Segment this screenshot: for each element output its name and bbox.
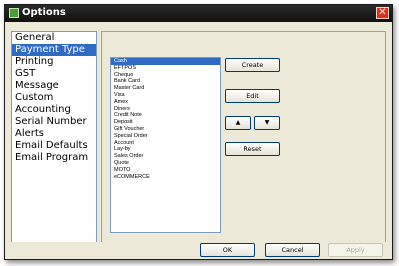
sidebar-item-accounting[interactable]: Accounting (12, 104, 96, 116)
window-title: Options (22, 7, 66, 18)
sidebar-item-alerts[interactable]: Alerts (12, 128, 96, 140)
ok-button[interactable]: OK (200, 243, 255, 257)
move-up-button[interactable]: ▲ (225, 116, 251, 130)
sidebar-item-message[interactable]: Message (12, 80, 96, 92)
list-item[interactable]: Sales Order (111, 153, 220, 160)
list-item[interactable]: Deposit (111, 119, 220, 126)
list-item[interactable]: Diners (111, 106, 220, 113)
edit-button[interactable]: Edit (225, 89, 280, 103)
reset-button[interactable]: Reset (225, 142, 280, 156)
close-icon: ✕ (378, 7, 387, 18)
category-list[interactable]: General Payment Type Printing GST Messag… (11, 31, 97, 245)
list-item[interactable]: MOTO (111, 167, 220, 174)
payment-type-list[interactable]: Cash EFTPOS Cheque Bank Card Master Card… (110, 57, 221, 233)
list-item[interactable]: Special Order (111, 133, 220, 140)
list-item[interactable]: eCOMMERCE (111, 174, 220, 181)
app-icon (9, 8, 19, 18)
sidebar-item-custom[interactable]: Custom (12, 92, 96, 104)
sidebar-item-serial-number[interactable]: Serial Number (12, 116, 96, 128)
list-item[interactable]: Gift Voucher (111, 126, 220, 133)
list-item[interactable]: Cheque (111, 72, 220, 79)
close-button[interactable]: ✕ (376, 7, 389, 19)
list-item[interactable]: Lay-by (111, 146, 220, 153)
sidebar-item-general[interactable]: General (12, 32, 96, 44)
list-item[interactable]: Bank Card (111, 78, 220, 85)
list-item[interactable]: Quote (111, 160, 220, 167)
list-item[interactable]: Credit Note (111, 112, 220, 119)
sidebar-item-printing[interactable]: Printing (12, 56, 96, 68)
dialog-footer: OK Cancel Apply (5, 242, 392, 259)
sidebar-item-email-program[interactable]: Email Program (12, 152, 96, 164)
list-item[interactable]: Account (111, 140, 220, 147)
list-item[interactable]: Master Card (111, 85, 220, 92)
sidebar-item-payment-type[interactable]: Payment Type (12, 44, 96, 56)
sidebar-item-gst[interactable]: GST (12, 68, 96, 80)
options-dialog: Options ✕ General Payment Type Printing … (4, 4, 393, 260)
list-item[interactable]: EFTPOS (111, 65, 220, 72)
payment-type-page: Cash EFTPOS Cheque Bank Card Master Card… (101, 31, 386, 245)
sidebar-item-email-defaults[interactable]: Email Defaults (12, 140, 96, 152)
cancel-button[interactable]: Cancel (265, 243, 320, 257)
list-item[interactable]: Amex (111, 99, 220, 106)
options-panel: General Payment Type Printing GST Messag… (5, 22, 392, 245)
title-bar[interactable]: Options ✕ (5, 5, 392, 22)
create-button[interactable]: Create (225, 58, 280, 72)
apply-button[interactable]: Apply (328, 243, 383, 257)
arrow-up-icon: ▲ (235, 119, 241, 126)
move-down-button[interactable]: ▼ (254, 116, 280, 130)
list-item[interactable]: Visa (111, 92, 220, 99)
list-item[interactable]: Cash (111, 58, 220, 65)
arrow-down-icon: ▼ (264, 119, 270, 126)
